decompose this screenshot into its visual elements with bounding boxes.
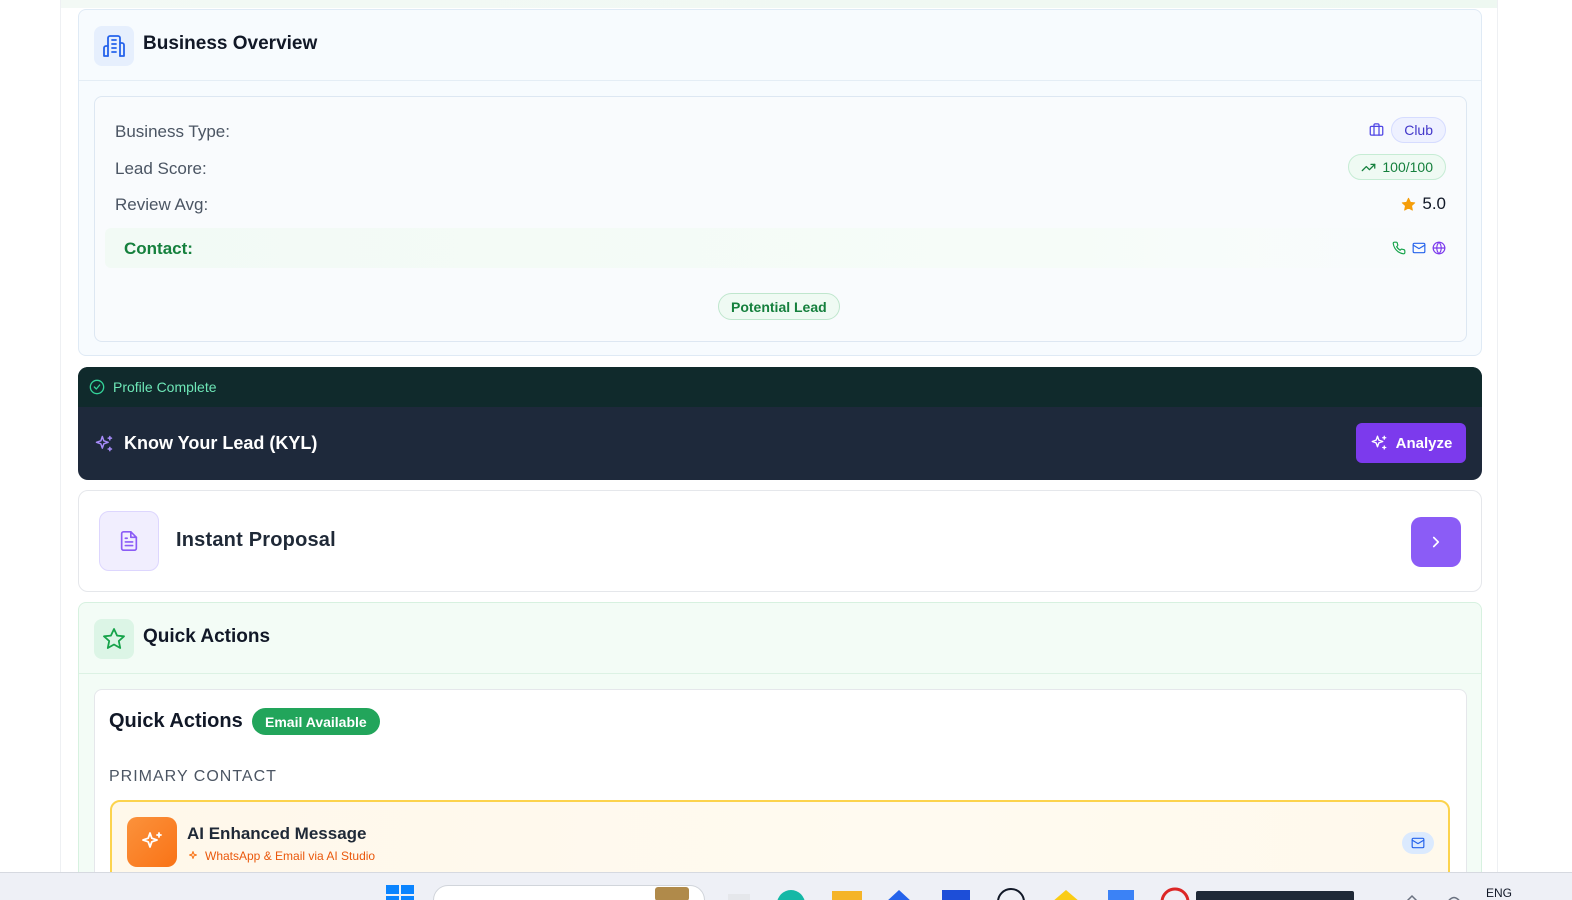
- mail-icon[interactable]: [1402, 832, 1434, 854]
- contact-icons: [1392, 241, 1446, 260]
- taskbar-active-window[interactable]: [1196, 891, 1354, 900]
- mail-icon[interactable]: [1412, 241, 1426, 260]
- windows-start-icon[interactable]: [386, 885, 414, 900]
- open-proposal-button[interactable]: [1411, 517, 1461, 567]
- check-circle-icon: [89, 379, 105, 395]
- analyze-button[interactable]: Analyze: [1356, 423, 1466, 463]
- store-icon[interactable]: [942, 889, 970, 900]
- building-icon: [94, 26, 134, 66]
- chevron-right-icon: [1432, 536, 1440, 548]
- contact-row: Contact:: [105, 228, 1456, 268]
- profile-status-text: Profile Complete: [113, 379, 217, 395]
- business-overview-header: Business Overview: [79, 10, 1481, 81]
- quick-actions-inner-title: Quick Actions: [109, 710, 243, 732]
- lead-score-value: 100/100: [1382, 159, 1433, 175]
- ai-message-subtitle-row: WhatsApp & Email via AI Studio: [188, 849, 375, 863]
- star-outline-icon: [94, 619, 134, 659]
- edge-browser-icon[interactable]: [776, 889, 806, 900]
- review-avg-label: Review Avg:: [115, 195, 209, 214]
- file-explorer-icon[interactable]: [832, 890, 862, 900]
- sparkles-small-icon: [189, 851, 197, 859]
- network-icon[interactable]: [1446, 891, 1462, 900]
- review-avg: 5.0: [1401, 194, 1446, 214]
- lead-score-label: Lead Score:: [115, 159, 207, 178]
- briefcase-icon: [1369, 122, 1384, 142]
- tray-chevron-icon[interactable]: [1404, 891, 1420, 900]
- contact-label: Contact:: [124, 239, 193, 258]
- os-taskbar: ENG: [0, 872, 1572, 900]
- analyze-label: Analyze: [1395, 434, 1453, 452]
- instant-proposal-title: Instant Proposal: [176, 529, 336, 551]
- calendar-icon[interactable]: [1108, 889, 1134, 900]
- kyl-title: Know Your Lead (KYL): [124, 433, 318, 453]
- lead-score-badge: 100/100: [1348, 154, 1446, 180]
- star-icon: [1402, 197, 1416, 211]
- lead-status-badge: Potential Lead: [718, 293, 840, 320]
- sparkles-icon: [1371, 435, 1387, 450]
- business-details-panel: Business Type: Club Lead Score: 100/100 …: [94, 96, 1467, 342]
- quick-actions-title: Quick Actions: [143, 626, 271, 647]
- instant-proposal-card[interactable]: Instant Proposal: [78, 490, 1482, 592]
- quick-actions-card: Quick Actions Quick Actions Email Availa…: [78, 602, 1482, 882]
- profile-status-bar: Profile Complete: [78, 367, 1482, 407]
- main-column: Business Overview Business Type: Club Le…: [60, 0, 1498, 882]
- kyl-card: Profile Complete Know Your Lead (KYL) An…: [78, 367, 1482, 480]
- business-type-badge: Club: [1391, 117, 1446, 143]
- taskbar-red-app-icon[interactable]: [1160, 887, 1190, 900]
- trending-up-icon: [1362, 163, 1376, 171]
- taskbar-blue-app-icon[interactable]: [886, 889, 912, 900]
- sparkles-icon: [127, 817, 177, 867]
- primary-contact-label: PRIMARY CONTACT: [109, 768, 277, 785]
- ai-message-title: AI Enhanced Message: [187, 824, 367, 843]
- kyl-title-group: Know Your Lead (KYL): [94, 433, 317, 454]
- ai-enhanced-message-card[interactable]: AI Enhanced Message WhatsApp & Email via…: [110, 800, 1450, 881]
- business-overview-title: Business Overview: [143, 33, 318, 54]
- language-indicator[interactable]: ENG: [1486, 886, 1512, 900]
- taskbar-yellow-app-icon[interactable]: [1052, 889, 1080, 900]
- sparkles-icon: [95, 435, 113, 451]
- phone-icon[interactable]: [1392, 241, 1406, 260]
- business-type-label: Business Type:: [115, 122, 230, 141]
- taskbar-app-icon[interactable]: [728, 891, 750, 900]
- document-icon: [99, 511, 159, 571]
- quick-actions-panel: Quick Actions Email Available PRIMARY CO…: [94, 689, 1467, 881]
- ai-message-subtitle: WhatsApp & Email via AI Studio: [205, 849, 376, 863]
- taskbar-circle-icon[interactable]: [996, 887, 1026, 900]
- business-overview-card: Business Overview Business Type: Club Le…: [78, 9, 1482, 356]
- quick-actions-header: Quick Actions: [79, 603, 1481, 674]
- review-avg-value: 5.0: [1422, 194, 1446, 213]
- top-strip: [61, 0, 1497, 8]
- taskbar-widget-icon[interactable]: [655, 887, 689, 900]
- globe-icon[interactable]: [1432, 241, 1446, 260]
- email-available-badge: Email Available: [252, 708, 380, 735]
